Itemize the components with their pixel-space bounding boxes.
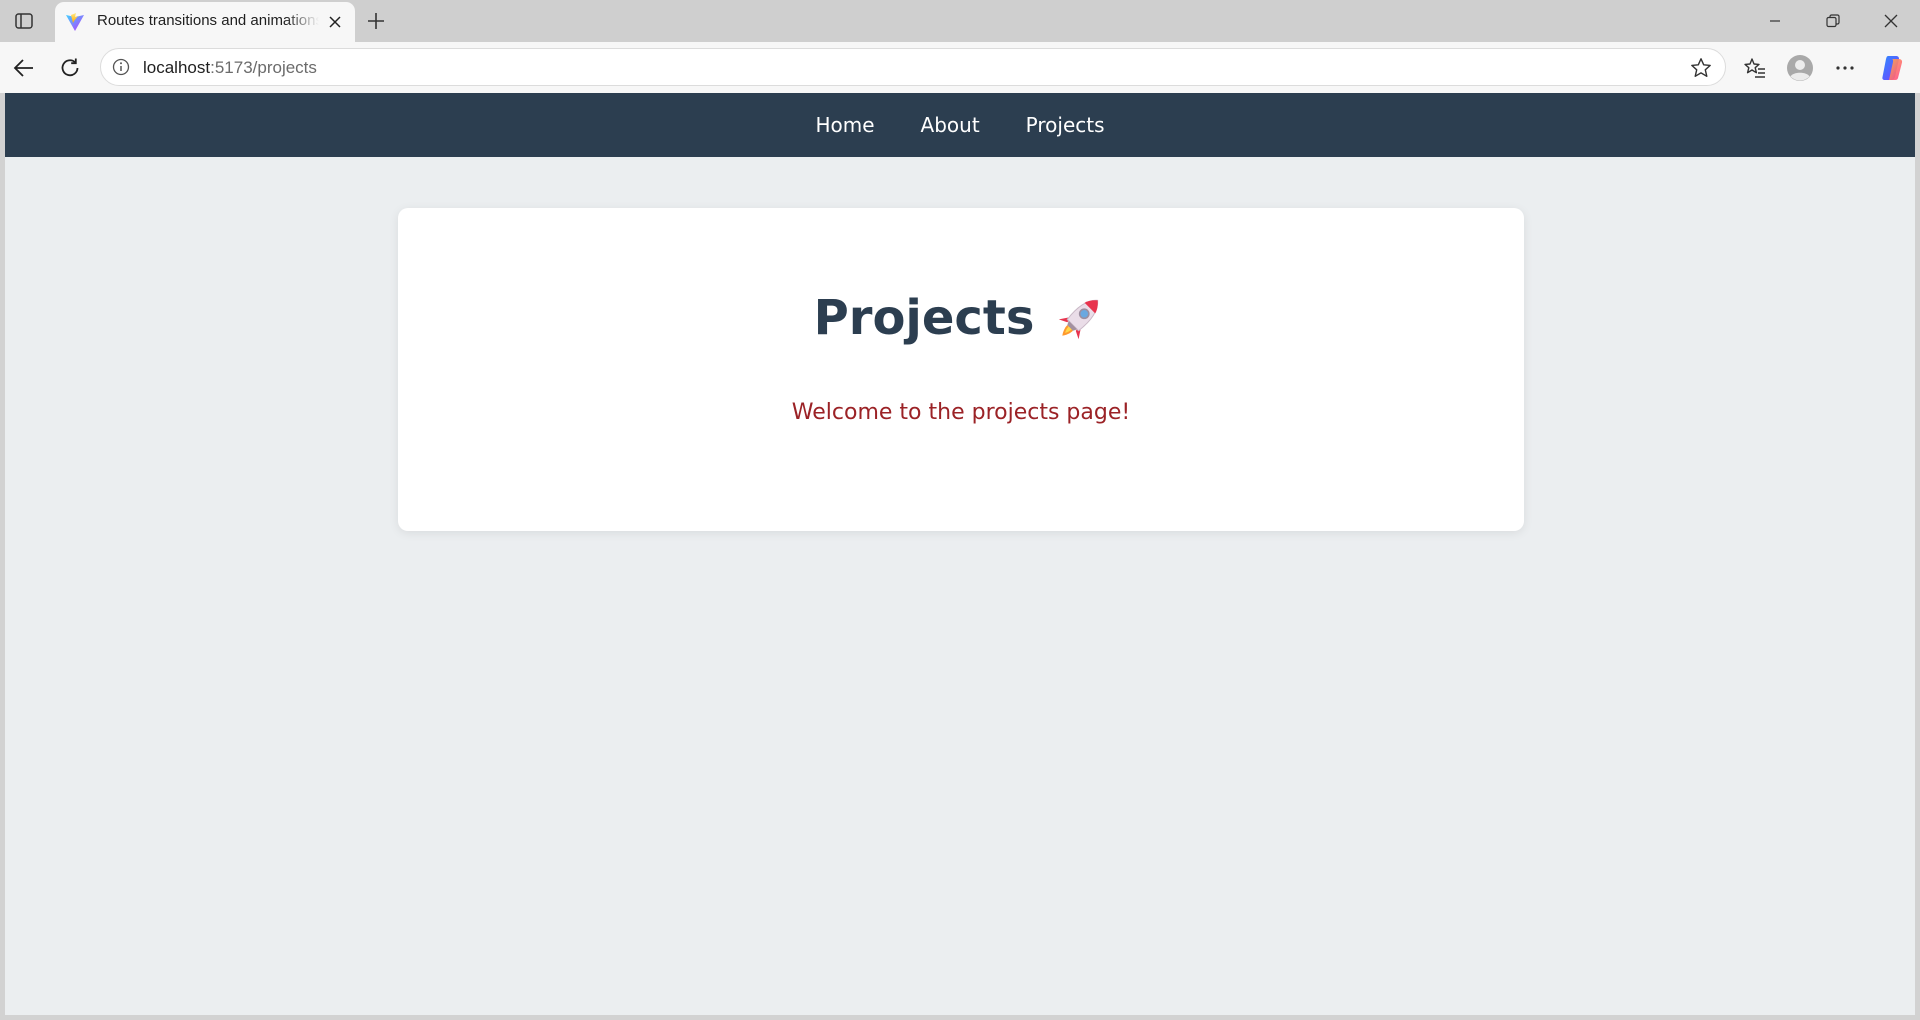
address-bar[interactable]: localhost:5173/projects (100, 48, 1726, 86)
copilot-button[interactable] (1876, 52, 1908, 84)
vite-logo-icon (65, 12, 85, 32)
close-window-button[interactable] (1868, 6, 1914, 36)
content-card: Projects Welcome to the projects page! (398, 208, 1524, 531)
url-path: :5173/projects (210, 58, 317, 77)
page-title-text: Projects (813, 290, 1035, 346)
tab-title: Routes transitions and animations (97, 12, 319, 29)
back-arrow-icon (13, 59, 33, 77)
restore-icon (1826, 14, 1840, 28)
url-host: localhost (143, 58, 211, 77)
browser-toolbar: localhost:5173/projects (0, 42, 1920, 93)
copilot-icon (1882, 56, 1903, 80)
more-icon (1836, 66, 1854, 70)
main-navbar: Home About Projects (5, 93, 1915, 157)
browser-tab[interactable]: Routes transitions and animations (55, 2, 355, 42)
url-text[interactable]: localhost:5173/projects (143, 58, 317, 78)
page-subtitle: Welcome to the projects page! (791, 400, 1131, 425)
favorites-button[interactable] (1739, 52, 1771, 84)
back-button[interactable] (8, 52, 40, 84)
favorites-icon (1744, 58, 1765, 78)
profile-button[interactable] (1784, 52, 1816, 84)
reload-icon (61, 58, 79, 77)
reload-button[interactable] (54, 52, 86, 84)
tab-close-icon[interactable] (325, 12, 345, 32)
page-viewport: Home About Projects Projects Welcome to … (5, 93, 1915, 1015)
restore-button[interactable] (1810, 6, 1856, 36)
star-icon[interactable] (1689, 56, 1713, 80)
sidebar-toggle-icon[interactable] (10, 8, 38, 34)
nav-link-about[interactable]: About (921, 113, 980, 137)
profile-icon (1787, 55, 1813, 81)
settings-menu-button[interactable] (1829, 52, 1861, 84)
nav-link-home[interactable]: Home (815, 113, 874, 137)
rocket-icon (1059, 299, 1099, 340)
plus-icon (368, 13, 384, 29)
new-tab-button[interactable] (362, 8, 390, 34)
page-title: Projects (398, 290, 1524, 346)
close-icon (1884, 14, 1898, 28)
minimize-button[interactable] (1752, 6, 1798, 36)
tab-strip: Routes transitions and animations (0, 0, 1920, 42)
info-icon[interactable] (111, 57, 131, 77)
nav-link-projects[interactable]: Projects (1026, 113, 1105, 137)
minimize-icon (1770, 20, 1780, 22)
